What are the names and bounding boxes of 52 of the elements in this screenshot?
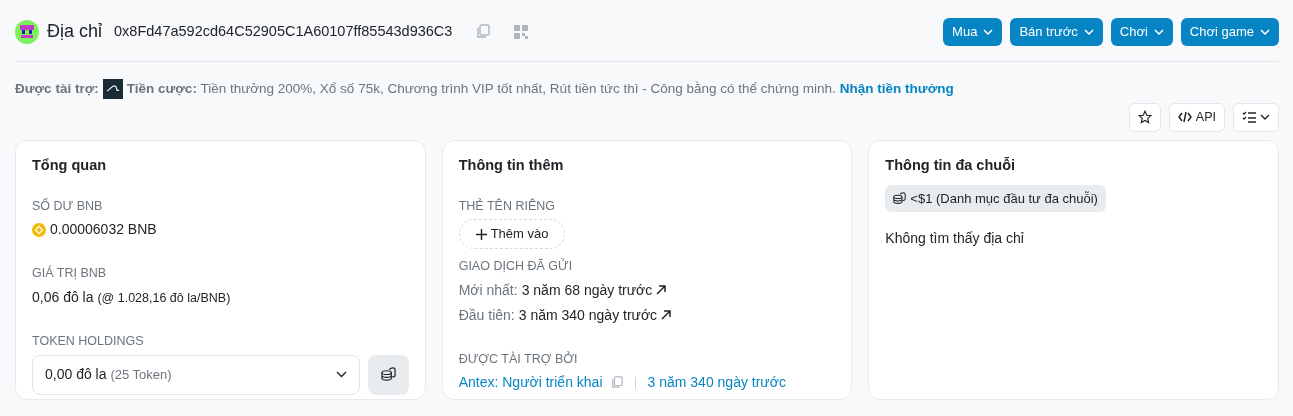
coins-stack-icon [893,191,907,205]
page-title: Địa chỉ [47,20,103,44]
coin-icon [32,222,46,237]
plus-icon [475,228,487,240]
menu-button[interactable]: Chơi game [1180,18,1279,46]
portfolio-badge[interactable]: <$1 (Danh mục đầu tư đa chuỗi) [885,184,1106,212]
coins-stack-icon [380,367,396,383]
funding-time-link[interactable]: 3 năm 340 ngày trước [647,372,786,394]
transaction-link[interactable]: 3 năm 68 ngày trước [521,279,653,301]
favorite-button[interactable] [1128,102,1161,132]
chevron-down-icon [1153,28,1164,35]
api-button[interactable]: API [1168,102,1225,132]
sponsor-text: Tiền cược: Tiền thưởng 200%, Xổ số 75k, Chương trình VIP tốt nhất, Rút tiền tức thì - Công bằng có thể chứng minh. [126,79,836,98]
chevron-down-icon [1083,28,1094,35]
field-label: TOKEN HOLDINGS [32,333,145,350]
chevron-down-icon [983,28,994,35]
sponsor-logo-icon [102,78,123,99]
external-link-icon[interactable] [656,285,667,295]
field-label: GIÁ TRỊ BNB [32,264,108,283]
code-icon [1177,111,1192,124]
field-label: SỐ DƯ BNB [32,197,104,215]
checklist-icon [1242,111,1256,124]
transaction-label: Đầu tiên: [458,305,515,325]
address-text: 0x8Fd47a592cd64C52905C1A60107ff85543d936C3 [114,21,453,41]
caret-icon [1260,114,1270,121]
transaction-label: Mới nhất: [458,280,518,300]
balance-value: 0.00006032 BNB [50,220,157,240]
rate-text: (@ 1.028,16 đô la/BNB) [97,291,231,305]
transaction-link[interactable]: 3 năm 340 ngày trước [518,304,658,326]
usd-value: 0,06 đô la [32,289,94,305]
sponsored-label: Được tài trợ: [15,79,99,98]
field-label: THẺ TÊN RIÊNG [458,197,556,215]
avatar-icon [15,19,39,44]
field-label: ĐƯỢC TÀI TRỢ BỞI [458,350,579,368]
not-found-message: Không tìm thấy địa chỉ [885,229,1025,248]
portfolio-button[interactable] [367,354,409,395]
funder-link[interactable]: Antex: Người triển khai [458,372,603,394]
claim-bonus-link[interactable]: Nhận tiền thưởng [839,78,954,99]
menu-button[interactable]: Mua [943,18,1003,46]
view-options-button[interactable] [1233,102,1279,132]
chevron-down-icon [335,371,347,379]
field-label: GIAO DỊCH ĐÃ GỬI [458,257,574,275]
menu-button[interactable]: Bán trước [1010,18,1103,46]
chevron-down-icon [1260,28,1270,35]
card-title: Thông tin đa chuỗi [885,155,1016,175]
star-icon [1137,110,1152,125]
external-link-icon[interactable] [661,310,672,320]
token-holdings-dropdown[interactable]: 0,00 đô la (25 Token) [32,354,360,395]
add-tag-button[interactable]: Thêm vào [458,219,566,249]
menu-button[interactable]: Chơi [1110,18,1173,46]
card-title: Thông tin thêm [458,155,565,175]
card-title: Tổng quan [32,155,108,175]
